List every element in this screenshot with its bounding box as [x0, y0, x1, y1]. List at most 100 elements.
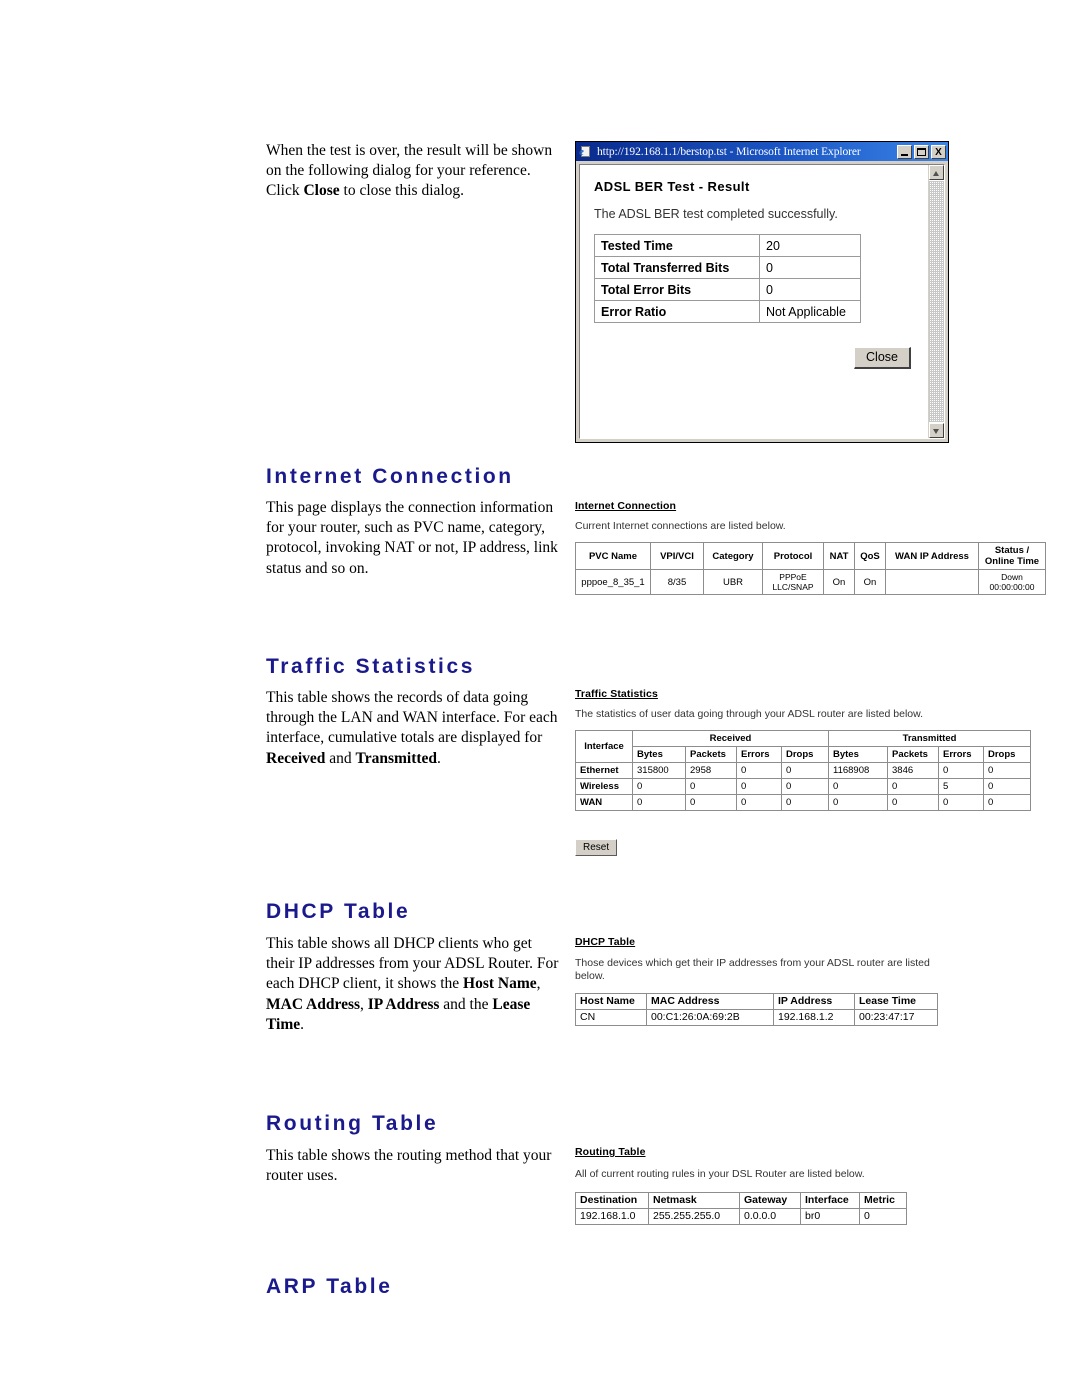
ie-client-area: ADSL BER Test - Result The ADSL BER test…	[579, 164, 945, 439]
table-row: CN 00:C1:26:0A:69:2B 192.168.1.2 00:23:4…	[575, 1009, 938, 1026]
row-label-wireless: Wireless	[575, 778, 633, 795]
cell-tx-bytes: 0	[828, 794, 888, 811]
cell-rx-packets: 2958	[685, 762, 737, 779]
traffic-statistics-screenshot: Traffic Statistics The statistics of use…	[575, 688, 1031, 856]
col-status-online-time: Status / Online Time	[978, 542, 1046, 570]
reset-button[interactable]: Reset	[575, 839, 618, 856]
shot-title-traffic-statistics: Traffic Statistics	[575, 688, 658, 700]
col-lease-time: Lease Time	[854, 993, 938, 1010]
cell-pvc-name: pppoe_8_35_1	[575, 569, 651, 595]
ber-row-value: 0	[759, 278, 861, 301]
table-row: Wireless 0 0 0 0 0 0 5 0	[575, 778, 1031, 795]
table-row: 192.168.1.0 255.255.255.0 0.0.0.0 br0 0	[575, 1208, 907, 1225]
table-row: Error Ratio Not Applicable	[594, 300, 861, 323]
cell-rx-drops: 0	[781, 762, 829, 779]
cell-wan-ip-address	[885, 569, 979, 595]
table-row: Total Transferred Bits 0	[594, 256, 861, 279]
traffic-body-bold-transmitted: Transmitted	[355, 749, 438, 767]
cell-rx-drops: 0	[781, 794, 829, 811]
vertical-scrollbar[interactable]	[928, 165, 944, 438]
internet-connection-table: PVC Name VPI/VCI Category Protocol NAT Q…	[575, 542, 1046, 595]
document-page: When the test is over, the result will b…	[0, 0, 1080, 1397]
table-header-row: Host Name MAC Address IP Address Lease T…	[575, 993, 938, 1010]
col-tx-packets: Packets	[887, 746, 939, 763]
table-header-row: PVC Name VPI/VCI Category Protocol NAT Q…	[575, 542, 1046, 570]
cell-tx-drops: 0	[983, 762, 1031, 779]
dhcp-body-bold-host-name: Host Name	[463, 975, 537, 993]
ber-result-heading: ADSL BER Test - Result	[594, 179, 750, 194]
shot-desc-dhcp-table: Those devices which get their IP address…	[575, 957, 930, 982]
minimize-button[interactable]	[897, 144, 912, 159]
scroll-up-arrow-icon[interactable]	[929, 165, 944, 180]
ber-row-value: 20	[759, 234, 861, 257]
cell-qos: On	[854, 569, 886, 595]
cell-tx-packets: 0	[887, 778, 939, 795]
table-row: Ethernet 315800 2958 0 0 1168908 3846 0 …	[575, 762, 1031, 779]
dhcp-body-bold-ip-address: IP Address	[367, 995, 440, 1013]
cell-rx-bytes: 0	[632, 794, 686, 811]
dhcp-table-body: This table shows all DHCP clients who ge…	[266, 934, 562, 1035]
page-title-dhcp-table: DHCP Table	[266, 900, 411, 923]
col-group-received: Received	[632, 730, 829, 747]
close-window-button[interactable]: X	[931, 144, 946, 159]
routing-table-body: This table shows the routing method that…	[266, 1147, 552, 1185]
cell-rx-packets: 0	[685, 794, 737, 811]
scroll-down-arrow-icon[interactable]	[929, 423, 944, 438]
close-button-container: Close	[854, 347, 911, 369]
internet-connection-body: This page displays the connection inform…	[266, 499, 558, 577]
ie-window-controls: X	[897, 144, 946, 159]
cell-rx-errors: 0	[736, 778, 782, 795]
cell-ip-address: 192.168.1.2	[773, 1009, 855, 1026]
maximize-button[interactable]	[914, 144, 929, 159]
dhcp-body-bold-mac-address: MAC Address	[266, 995, 361, 1013]
traffic-statistics-body: This table shows the records of data goi…	[266, 688, 562, 769]
cell-destination: 192.168.1.0	[575, 1208, 649, 1225]
table-row: Total Error Bits 0	[594, 278, 861, 301]
col-ip-address: IP Address	[773, 993, 855, 1010]
col-destination: Destination	[575, 1192, 649, 1209]
col-vpi-vci: VPI/VCI	[650, 542, 704, 570]
col-interface: Interface	[575, 730, 633, 763]
cell-metric: 0	[859, 1208, 907, 1225]
col-netmask: Netmask	[648, 1192, 740, 1209]
col-qos: QoS	[854, 542, 886, 570]
shot-desc-internet-connection: Current Internet connections are listed …	[575, 520, 786, 532]
reset-button-container: Reset	[575, 837, 1031, 856]
col-category: Category	[703, 542, 763, 570]
scrollbar-track[interactable]	[929, 181, 944, 422]
intro-text-suffix: to close this dialog.	[339, 182, 465, 200]
col-mac-address: MAC Address	[646, 993, 774, 1010]
cell-tx-bytes: 1168908	[828, 762, 888, 779]
cell-gateway: 0.0.0.0	[739, 1208, 801, 1225]
ber-result-description: The ADSL BER test completed successfully…	[594, 207, 838, 221]
cell-tx-packets: 0	[887, 794, 939, 811]
col-rx-packets: Packets	[685, 746, 737, 763]
cell-tx-drops: 0	[983, 794, 1031, 811]
ie-window-title: http://192.168.1.1/berstop.tst - Microso…	[597, 145, 861, 158]
col-rx-drops: Drops	[781, 746, 829, 763]
close-button[interactable]: Close	[854, 347, 911, 369]
ber-result-page: ADSL BER Test - Result The ADSL BER test…	[580, 165, 928, 438]
ber-row-value: 0	[759, 256, 861, 279]
table-row: WAN 0 0 0 0 0 0 0 0	[575, 794, 1031, 811]
page-title-traffic-statistics: Traffic Statistics	[266, 655, 476, 678]
cell-tx-errors: 0	[938, 762, 984, 779]
cell-protocol: PPPoE LLC/SNAP	[762, 569, 824, 595]
col-tx-drops: Drops	[983, 746, 1031, 763]
col-tx-bytes: Bytes	[828, 746, 888, 763]
ber-row-label: Error Ratio	[594, 300, 760, 323]
cell-interface: br0	[800, 1208, 860, 1225]
cell-status-online-time: Down 00:00:00:00	[978, 569, 1046, 595]
col-host-name: Host Name	[575, 993, 647, 1010]
cell-nat: On	[823, 569, 855, 595]
cell-tx-packets: 3846	[887, 762, 939, 779]
ie-title-bar[interactable]: e http://192.168.1.1/berstop.tst - Micro…	[576, 142, 948, 161]
shot-desc-routing-table: All of current routing rules in your DSL…	[575, 1168, 865, 1180]
ber-row-value: Not Applicable	[759, 300, 861, 323]
col-tx-errors: Errors	[938, 746, 984, 763]
table-header-row: Interface Received Transmitted	[575, 730, 1031, 763]
dhcp-body-sep1: ,	[536, 975, 541, 993]
traffic-statistics-table: Interface Received Transmitted Bytes Pac…	[575, 730, 1031, 811]
routing-table-screenshot: Routing Table All of current routing rul…	[575, 1146, 907, 1225]
table-subheader-row: Bytes Packets Errors Drops Bytes Packets…	[576, 746, 1031, 763]
